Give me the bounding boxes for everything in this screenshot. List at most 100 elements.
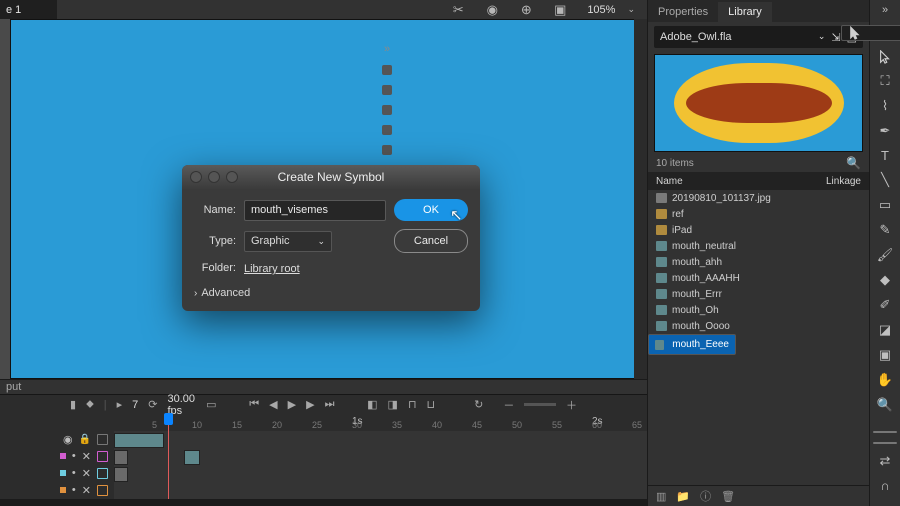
stage-cut-icon[interactable]: ✂ — [447, 0, 469, 20]
stage-scrollbar-v[interactable] — [634, 19, 647, 379]
side-panel-icon[interactable] — [382, 105, 392, 115]
tl-onion-icon[interactable]: ◨ — [388, 398, 398, 411]
delete-icon[interactable]: 🗑 — [721, 490, 735, 503]
snap-icon[interactable]: ∩ — [874, 478, 896, 493]
pen-tool[interactable]: ✒ — [874, 123, 896, 139]
graphic-icon — [656, 305, 667, 315]
library-item[interactable]: mouth_Eeee — [648, 334, 736, 355]
tl-zoom-slider[interactable] — [524, 403, 556, 406]
library-item[interactable]: mouth_Oooo — [648, 318, 869, 334]
pencil-tool[interactable]: ✎ — [874, 222, 896, 238]
ok-button[interactable]: OK — [394, 199, 468, 221]
library-document-select[interactable]: Adobe_Owl.fla ⌄⇲▤ — [654, 26, 863, 48]
eraser-tool[interactable]: ◪ — [874, 322, 896, 338]
library-item[interactable]: mouth_AAAHH — [648, 270, 869, 286]
layer-row[interactable]: •✕ — [0, 465, 114, 482]
cancel-button[interactable]: Cancel — [394, 229, 468, 253]
library-item[interactable]: mouth_ahh — [648, 254, 869, 270]
library-item[interactable]: mouth_Errr — [648, 286, 869, 302]
zoom-chevron-icon[interactable]: ⌄ — [627, 4, 635, 15]
fill-color-swatch[interactable] — [873, 442, 897, 444]
collapse-chevron-icon[interactable]: » — [384, 43, 390, 55]
library-tab[interactable]: Library — [718, 2, 772, 22]
tl-tool-icon[interactable]: ⟳ — [148, 398, 157, 411]
new-folder-icon[interactable]: 📁 — [676, 490, 690, 503]
eyedropper-tool[interactable]: ✐ — [874, 297, 896, 313]
new-symbol-icon[interactable]: ▥ — [656, 490, 666, 503]
stroke-color-swatch[interactable] — [873, 431, 897, 433]
eye-icon[interactable]: ◉ — [63, 433, 73, 446]
swap-colors-icon[interactable]: ⇄ — [874, 453, 896, 469]
tl-play-icon[interactable]: ▸ — [117, 398, 123, 411]
tl-zoom-out-icon[interactable]: － — [503, 397, 514, 413]
library-item[interactable]: iPad — [648, 222, 869, 238]
search-icon[interactable]: 🔍 — [846, 156, 861, 170]
folder-link[interactable]: Library root — [244, 261, 300, 275]
camera-tool[interactable]: ▣ — [874, 347, 896, 363]
scene-tab[interactable]: e 1 — [0, 0, 57, 19]
library-header[interactable]: NameLinkage — [648, 172, 869, 190]
tl-playback-icon[interactable]: ▶ — [288, 398, 296, 411]
tl-onion-icon[interactable]: ◧ — [367, 398, 377, 411]
tools-collapse-icon[interactable]: » — [882, 4, 888, 16]
outline-icon[interactable] — [97, 434, 108, 445]
dialog-title: Create New Symbol — [278, 170, 385, 184]
lasso-tool[interactable]: ⌇ — [874, 98, 896, 114]
layer-row[interactable]: •✕ — [0, 448, 114, 465]
zoom-tool[interactable]: 🔍 — [874, 397, 896, 413]
status-bar: put — [0, 379, 647, 394]
advanced-toggle[interactable]: ›Advanced — [194, 287, 468, 299]
zoom-level[interactable]: 105% — [587, 4, 615, 16]
dialog-titlebar[interactable]: Create New Symbol — [182, 165, 480, 189]
timeline-frames[interactable] — [114, 431, 647, 499]
library-item[interactable]: ref — [648, 206, 869, 222]
traffic-close-icon[interactable] — [190, 171, 202, 183]
tl-marker-icon[interactable]: ⊓ — [408, 398, 417, 411]
library-item[interactable]: mouth_Oh — [648, 302, 869, 318]
tl-tool-icon[interactable]: ▭ — [206, 398, 216, 411]
rectangle-tool[interactable]: ▭ — [874, 197, 896, 213]
tl-first-icon[interactable]: ⏮ — [249, 398, 259, 411]
brush-tool[interactable]: 🖌 — [874, 247, 896, 263]
subselection-tool[interactable] — [874, 50, 896, 64]
paint-bucket-tool[interactable]: ◆ — [874, 272, 896, 288]
library-item[interactable]: 20190810_101137.jpg — [648, 190, 869, 206]
library-list: 20190810_101137.jpgrefiPadmouth_neutralm… — [648, 190, 869, 355]
pin-icon[interactable]: ⇲ — [831, 31, 840, 44]
current-frame[interactable]: 7 — [132, 399, 138, 411]
properties-tab[interactable]: Properties — [648, 2, 718, 22]
hand-tool[interactable]: ✋ — [874, 372, 896, 388]
stage[interactable]: » Create New Symbol Name: mouth_visemes … — [0, 19, 647, 379]
tl-last-icon[interactable]: ⏭ — [325, 398, 335, 411]
stage-camera-icon[interactable]: ◉ — [481, 0, 503, 20]
library-panel: Properties Library Adobe_Owl.fla ⌄⇲▤ 10 … — [647, 0, 869, 506]
text-tool[interactable]: T — [874, 148, 896, 163]
tl-camera-icon[interactable]: ▮ — [70, 398, 76, 411]
type-select[interactable]: Graphic⌄ — [244, 231, 332, 252]
tl-keyframe-icon[interactable]: ⬥ — [86, 398, 94, 411]
side-panel-icon[interactable] — [382, 85, 392, 95]
selection-tool[interactable] — [841, 25, 900, 41]
stage-grid-icon[interactable]: ⊕ — [515, 0, 537, 20]
symbol-name-input[interactable]: mouth_visemes — [244, 200, 386, 221]
options-icon[interactable]: ⋯ — [874, 502, 896, 506]
lock-icon[interactable]: 🔒 — [79, 434, 91, 445]
side-panel-icon[interactable] — [382, 125, 392, 135]
tl-prev-icon[interactable]: ◀ — [269, 398, 277, 411]
stage-fit-icon[interactable]: ▣ — [549, 0, 571, 20]
traffic-min-icon[interactable] — [208, 171, 220, 183]
free-transform-tool[interactable]: ⛶ — [874, 73, 896, 89]
tl-loop-icon[interactable]: ↻ — [474, 398, 483, 411]
side-panel-icon[interactable] — [382, 145, 392, 155]
graphic-icon — [656, 321, 667, 331]
library-item[interactable]: mouth_neutral — [648, 238, 869, 254]
properties-icon[interactable]: ⓘ — [700, 488, 711, 504]
tl-marker-icon[interactable]: ⊔ — [427, 398, 436, 411]
timeline-ruler[interactable]: 1s 2s 5 10 15 20 25 30 35 40 45 50 55 60… — [114, 415, 647, 431]
layer-row[interactable]: •✕ — [0, 482, 114, 499]
tl-next-icon[interactable]: ▶ — [306, 398, 314, 411]
line-tool[interactable]: ╲ — [874, 172, 896, 188]
tl-zoom-in-icon[interactable]: ＋ — [566, 397, 577, 413]
side-panel-icon[interactable] — [382, 65, 392, 75]
traffic-max-icon[interactable] — [226, 171, 238, 183]
